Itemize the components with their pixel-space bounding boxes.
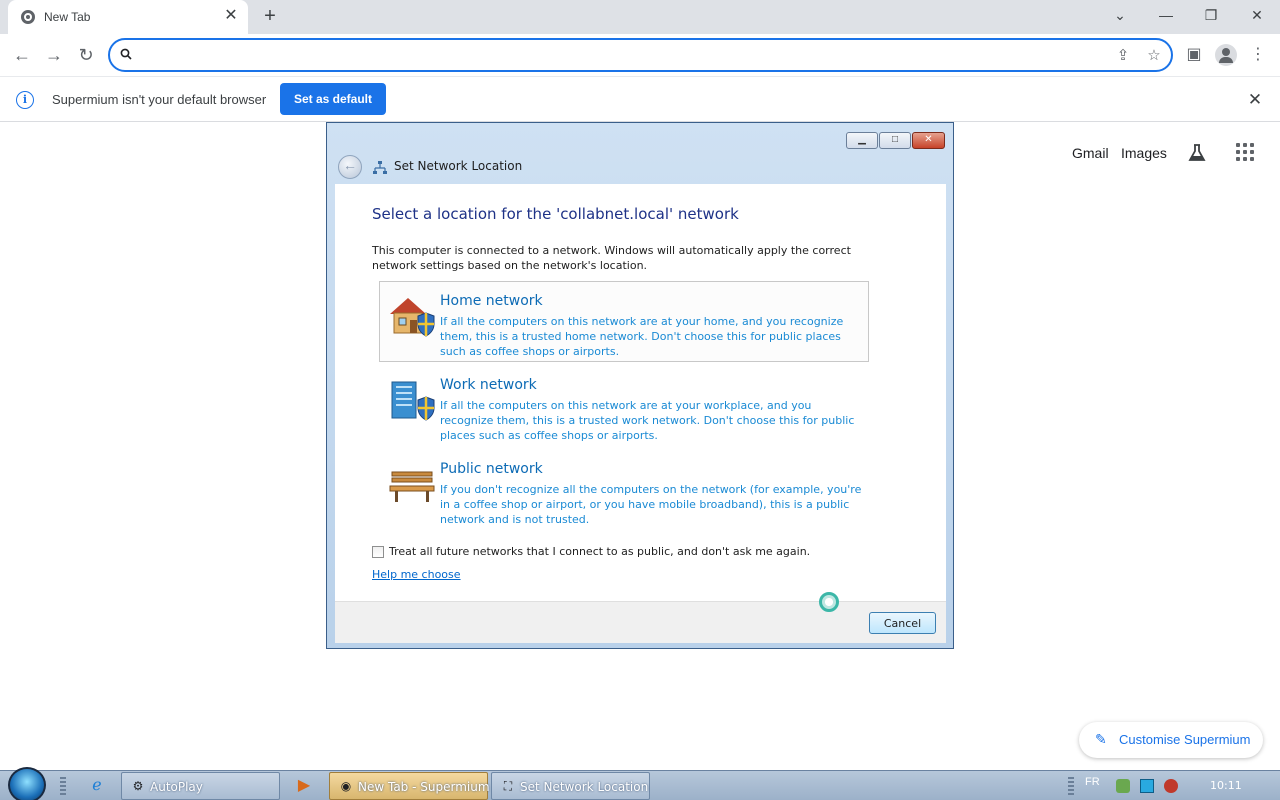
dialog-content: Select a location for the 'collabnet.loc…: [335, 184, 946, 601]
close-window-button[interactable]: ✕: [1243, 4, 1271, 28]
dialog-description: This computer is connected to a network.…: [372, 244, 851, 272]
taskbar-autoplay-label: AutoPlay: [150, 780, 203, 794]
tray-grip: [1068, 777, 1074, 795]
house-icon: [390, 298, 435, 337]
address-input[interactable]: [142, 45, 1082, 65]
gmail-link[interactable]: Gmail: [1072, 145, 1109, 161]
cancel-button[interactable]: Cancel: [869, 612, 936, 634]
omnibox[interactable]: ⇪ ☆: [108, 38, 1173, 72]
office-building-icon: [391, 381, 435, 421]
windows-taskbar: ℯ ⚙ AutoPlay ▶ ◉ New Tab - Supermium ⛶ S…: [0, 767, 1280, 800]
media-player-icon[interactable]: ▶: [293, 775, 315, 797]
language-indicator[interactable]: FR: [1085, 776, 1100, 788]
dialog-window-controls: ▁ □ ✕: [845, 132, 945, 150]
set-network-location-dialog: ▁ □ ✕ Set Network Location Select a loca…: [326, 122, 954, 649]
tray-security-icon[interactable]: [1116, 779, 1130, 793]
autoplay-icon: ⚙: [132, 779, 144, 793]
dialog-maximize-button[interactable]: □: [879, 132, 911, 149]
taskbar-supermium-label: New Tab - Supermium: [358, 780, 490, 794]
images-link[interactable]: Images: [1121, 145, 1167, 161]
taskbar-new-tab-supermium[interactable]: ◉ New Tab - Supermium: [329, 772, 490, 800]
dialog-heading: Select a location for the 'collabnet.loc…: [372, 205, 739, 223]
forward-arrow-icon[interactable]: →: [42, 43, 66, 67]
customise-label: Customise Supermium: [1119, 732, 1251, 747]
info-icon: i: [16, 91, 34, 109]
internet-explorer-icon[interactable]: ℯ: [86, 775, 108, 797]
tab-close-icon[interactable]: ✕: [222, 7, 240, 25]
clock[interactable]: 10:11: [1210, 779, 1242, 792]
public-network-description: If you don't recognize all the computers…: [440, 483, 862, 526]
dialog-minimize-button[interactable]: ▁: [846, 132, 878, 149]
treat-public-checkbox[interactable]: [372, 546, 384, 558]
infobar-close-icon[interactable]: ✕: [1244, 89, 1266, 111]
supermium-icon: ◉: [340, 779, 352, 793]
google-apps-icon[interactable]: [1236, 143, 1254, 161]
start-button-icon[interactable]: [8, 767, 46, 800]
tab-new-tab[interactable]: New Tab ✕: [8, 0, 248, 34]
set-as-default-button[interactable]: Set as default: [280, 83, 386, 115]
back-button[interactable]: [338, 155, 362, 179]
home-network-description: If all the computers on this network are…: [440, 315, 844, 358]
share-icon[interactable]: ⇪: [1113, 46, 1133, 66]
dialog-footer: Cancel: [335, 592, 946, 643]
network-task-icon: ⛶: [503, 779, 513, 793]
home-network-title: Home network: [440, 293, 543, 309]
side-panel-icon[interactable]: ▣: [1182, 43, 1206, 67]
reload-icon[interactable]: ↻: [74, 43, 98, 67]
new-tab-button[interactable]: +: [258, 5, 282, 29]
taskbar-grip[interactable]: [60, 777, 66, 795]
park-bench-icon: [389, 471, 435, 502]
work-network-title: Work network: [440, 377, 537, 393]
default-browser-infobar: i Supermium isn't your default browser S…: [0, 76, 1280, 122]
dialog-close-button[interactable]: ✕: [912, 132, 945, 149]
bookmark-star-icon[interactable]: ☆: [1144, 46, 1164, 66]
tray-network-icon[interactable]: [1140, 779, 1154, 793]
infobar-message: Supermium isn't your default browser: [52, 92, 267, 107]
tab-search-icon[interactable]: ⌄: [1106, 4, 1134, 28]
back-arrow-icon[interactable]: ←: [10, 43, 34, 67]
restore-button[interactable]: ❐: [1197, 4, 1225, 28]
help-me-choose-link[interactable]: Help me choose: [372, 568, 461, 581]
taskbar-autoplay[interactable]: ⚙ AutoPlay: [121, 772, 280, 800]
minimize-button[interactable]: —: [1152, 4, 1180, 28]
chrome-icon: [21, 10, 35, 24]
dialog-title: Set Network Location: [394, 159, 523, 173]
public-network-option[interactable]: Public network If you don't recognize al…: [379, 449, 869, 530]
labs-flask-icon[interactable]: [1186, 142, 1208, 164]
taskbar-set-network-location[interactable]: ⛶ Set Network Location: [491, 772, 650, 800]
profile-avatar-icon[interactable]: [1215, 44, 1237, 66]
taskbar-network-label: Set Network Location: [520, 780, 649, 794]
pencil-icon: ✎: [1095, 731, 1107, 747]
tray-volume-icon[interactable]: [1164, 779, 1178, 793]
work-network-description: If all the computers on this network are…: [440, 399, 855, 442]
browser-toolbar: ← → ↻ ⇪ ☆ ▣ ⋮: [0, 34, 1280, 76]
customise-button[interactable]: ✎ Customise Supermium: [1079, 722, 1263, 758]
tab-strip: New Tab ✕ + ⌄ — ❐ ✕: [0, 0, 1280, 34]
search-icon: [120, 48, 132, 60]
public-network-title: Public network: [440, 461, 543, 477]
network-icon: [373, 161, 387, 174]
treat-public-label[interactable]: Treat all future networks that I connect…: [389, 545, 810, 558]
menu-kebab-icon[interactable]: ⋮: [1246, 43, 1270, 67]
busy-cursor-icon: [819, 592, 839, 612]
tab-title: New Tab: [44, 10, 91, 24]
work-network-option[interactable]: Work network If all the computers on thi…: [379, 365, 869, 446]
home-network-option[interactable]: Home network If all the computers on thi…: [379, 281, 869, 362]
